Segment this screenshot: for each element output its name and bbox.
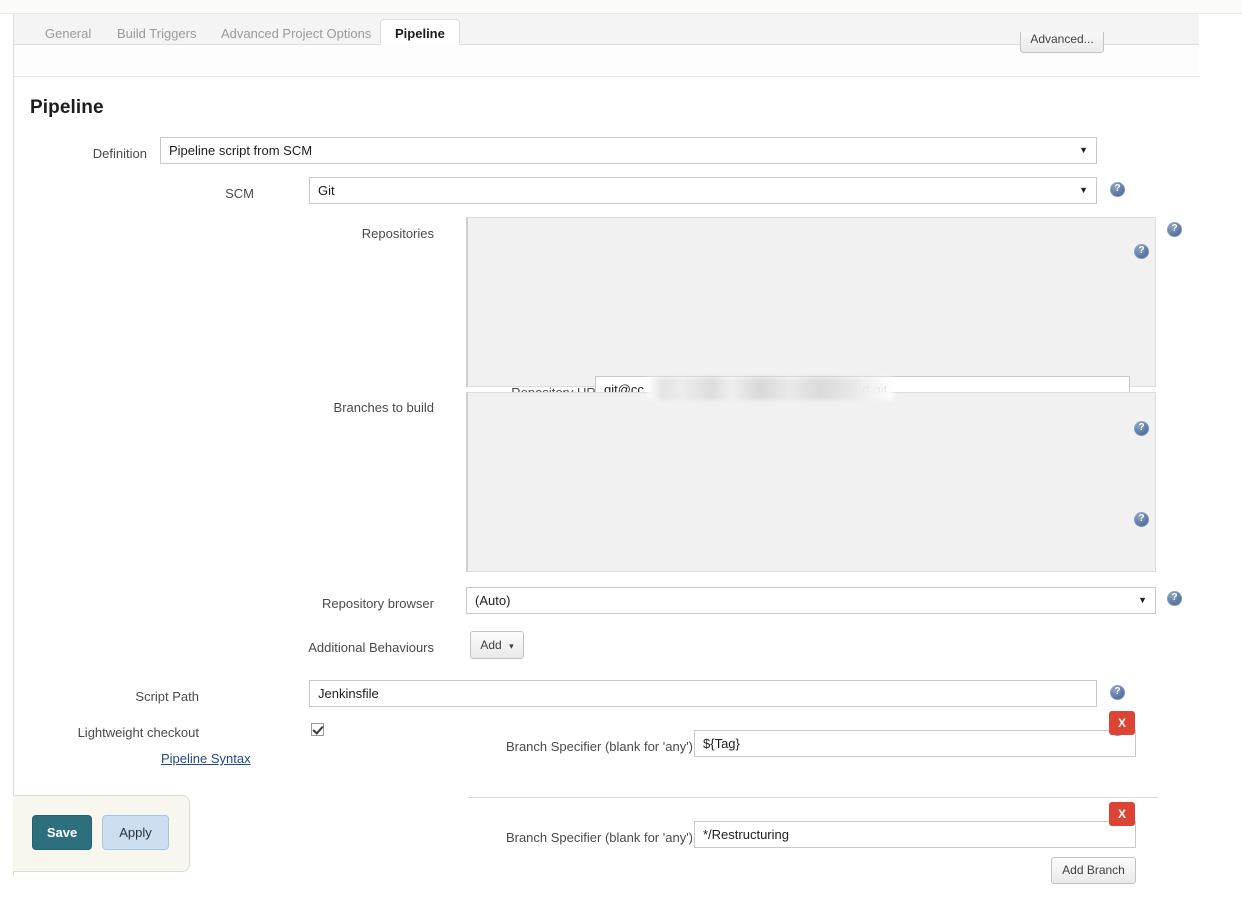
- script-path-label: Script Path: [74, 688, 199, 705]
- branch-row-separator: [468, 797, 1158, 798]
- chevron-down-icon: ▼: [1138, 588, 1147, 613]
- apply-button[interactable]: Apply: [102, 815, 169, 850]
- chevron-down-icon: ▼: [1079, 178, 1088, 203]
- branch-specifier-value: ${Tag}: [703, 736, 740, 751]
- repositories-panel: Repository URL git@ccrt.git Credentials …: [466, 217, 1156, 387]
- scm-label: SCM: [114, 185, 254, 202]
- clipped-advanced-button-region: Advanced...: [1020, 32, 1104, 56]
- scm-select[interactable]: Git ▼: [309, 177, 1097, 204]
- definition-value: Pipeline script from SCM: [169, 143, 312, 158]
- help-icon-repository-browser[interactable]: [1167, 591, 1182, 606]
- add-branch-button[interactable]: Add Branch: [1051, 857, 1136, 884]
- save-button[interactable]: Save: [32, 815, 92, 850]
- tab-general[interactable]: General: [30, 19, 106, 45]
- tab-build-triggers[interactable]: Build Triggers: [102, 19, 211, 45]
- tab-pipeline[interactable]: Pipeline: [380, 19, 460, 45]
- branch-specifier-input[interactable]: ${Tag}: [694, 730, 1136, 757]
- help-icon-branch-2[interactable]: [1134, 512, 1149, 527]
- delete-branch-button[interactable]: X: [1109, 802, 1135, 826]
- branch-specifier-label: Branch Specifier (blank for 'any'): [478, 829, 693, 846]
- branches-panel: Branch Specifier (blank for 'any') ${Tag…: [466, 392, 1156, 572]
- definition-select[interactable]: Pipeline script from SCM ▼: [160, 137, 1097, 164]
- additional-behaviours-add-label: Add: [480, 638, 501, 652]
- page-top-strip: [0, 0, 1242, 14]
- script-path-input[interactable]: Jenkinsfile: [309, 680, 1097, 707]
- chevron-down-icon: ▾: [509, 641, 514, 651]
- pipeline-form-body: Pipeline Definition Pipeline script from…: [14, 77, 1199, 875]
- tab-advanced-project-options[interactable]: Advanced Project Options: [206, 19, 386, 45]
- help-icon-branch-1[interactable]: [1134, 421, 1149, 436]
- delete-branch-button[interactable]: X: [1109, 711, 1135, 735]
- chevron-down-icon: ▼: [1079, 138, 1088, 163]
- help-icon-scm[interactable]: [1110, 182, 1125, 197]
- lightweight-checkout-label: Lightweight checkout: [74, 724, 199, 741]
- advanced-button-clipped[interactable]: Advanced...: [1020, 32, 1104, 53]
- config-content-panel: General Build Triggers Advanced Project …: [13, 14, 1198, 875]
- branch-specifier-value: */Restructuring: [703, 827, 789, 842]
- jenkins-config-page: General Build Triggers Advanced Project …: [0, 0, 1242, 903]
- lightweight-checkout-checkbox[interactable]: [311, 723, 324, 736]
- help-icon-script-path[interactable]: [1110, 685, 1125, 700]
- page-title: Pipeline: [30, 97, 104, 119]
- additional-behaviours-label: Additional Behaviours: [229, 639, 434, 656]
- help-icon-repository-url[interactable]: [1134, 244, 1149, 259]
- scm-value: Git: [318, 183, 335, 198]
- definition-label: Definition: [14, 145, 147, 162]
- pipeline-syntax-link[interactable]: Pipeline Syntax: [161, 751, 251, 766]
- repository-browser-select[interactable]: (Auto) ▼: [466, 587, 1156, 614]
- additional-behaviours-add-button[interactable]: Add ▾: [470, 631, 524, 659]
- help-icon-repositories[interactable]: [1167, 222, 1182, 237]
- form-footer-bar: Save Apply: [13, 795, 190, 872]
- repository-browser-value: (Auto): [475, 593, 510, 608]
- branch-specifier-label: Branch Specifier (blank for 'any'): [478, 738, 693, 755]
- branches-to-build-label: Branches to build: [229, 399, 434, 416]
- repository-browser-label: Repository browser: [229, 595, 434, 612]
- script-path-value: Jenkinsfile: [318, 686, 379, 701]
- branch-specifier-input[interactable]: */Restructuring: [694, 821, 1136, 848]
- repositories-label: Repositories: [229, 225, 434, 242]
